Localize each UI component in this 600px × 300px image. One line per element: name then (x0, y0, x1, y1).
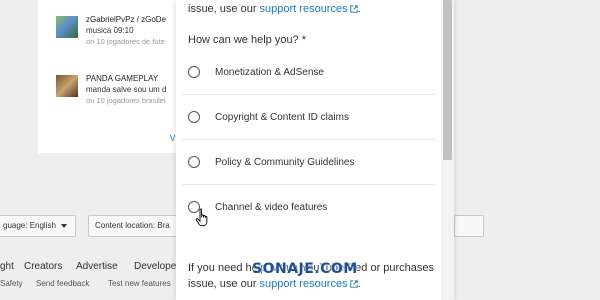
footer-select[interactable] (454, 215, 484, 237)
footer-nav-creators[interactable]: Creators (24, 261, 62, 272)
comment-author[interactable]: zGabrielPvPz / zGoDe (86, 14, 166, 25)
comment-message: manda salve sou um d (86, 85, 167, 94)
support-resources-link-bottom[interactable]: support resources (260, 278, 358, 290)
watermark-logo: SONAJE.COM (252, 261, 358, 277)
radio-button[interactable] (188, 66, 200, 78)
option-policy-community-guidelines[interactable]: Policy & Community Guidelines (182, 140, 436, 184)
comment-item: zGabrielPvPz / zGoDe musica 09:10 on 10 … (56, 14, 166, 47)
footer-nav-developers[interactable]: Develope (134, 261, 176, 272)
hand-pointer-cursor-icon (195, 208, 208, 227)
comment-item: PANDA GAMEPLAY manda salve sou um d on 1… (56, 73, 167, 106)
avatar[interactable] (56, 75, 78, 97)
outro-suffix: . (357, 278, 361, 290)
external-link-icon (349, 280, 358, 288)
outro-prefix: issue, use our (188, 278, 257, 290)
language-select-label: guage: English (3, 221, 56, 230)
chevron-down-icon (60, 223, 67, 228)
external-link-icon (349, 5, 358, 13)
option-label: Policy & Community Guidelines (215, 156, 355, 168)
radio-button[interactable] (188, 111, 200, 123)
footer-nav-item[interactable]: ght (0, 261, 14, 272)
footer-link-test-features[interactable]: Test new features (108, 279, 171, 288)
avatar[interactable] (56, 16, 78, 38)
content-location-label: Content location: Bra (95, 221, 170, 230)
option-label: Monetization & AdSense (215, 66, 324, 78)
option-monetization-adsense[interactable]: Monetization & AdSense (182, 50, 436, 94)
radio-button[interactable] (188, 156, 200, 168)
option-channel-video-features[interactable]: Channel & video features (182, 185, 436, 229)
option-copyright-content-id[interactable]: Copyright & Content ID claims (182, 95, 436, 139)
footer-nav-advertise[interactable]: Advertise (76, 261, 118, 272)
dialog-scrollbar-thumb[interactable] (443, 0, 452, 160)
view-more-link[interactable]: V (170, 134, 175, 143)
support-resources-link-label: support resources (259, 278, 348, 290)
intro-suffix: . (357, 3, 361, 15)
comment-meta[interactable]: on 10 jogadores brasilei (86, 95, 167, 106)
comment-author[interactable]: PANDA GAMEPLAY (86, 73, 167, 84)
language-select[interactable]: guage: English (0, 215, 76, 237)
content-location-select[interactable]: Content location: Bra (88, 215, 184, 237)
option-label: Channel & video features (215, 201, 328, 213)
question-label: How can we help you? * (188, 34, 307, 46)
intro-prefix: issue, use our (188, 3, 257, 15)
footer-link-send-feedback[interactable]: Send feedback (36, 279, 89, 288)
intro-text: issue, use our support resources. (188, 3, 361, 15)
option-label: Copyright & Content ID claims (215, 111, 349, 123)
footer-link-safety[interactable]: Safety (0, 279, 23, 288)
comment-meta[interactable]: on 10 jogadores de fute (86, 36, 166, 47)
comment-message: musica 09:10 (86, 26, 134, 35)
support-resources-link-label: support resources (259, 3, 348, 15)
support-resources-link[interactable]: support resources (260, 3, 358, 15)
